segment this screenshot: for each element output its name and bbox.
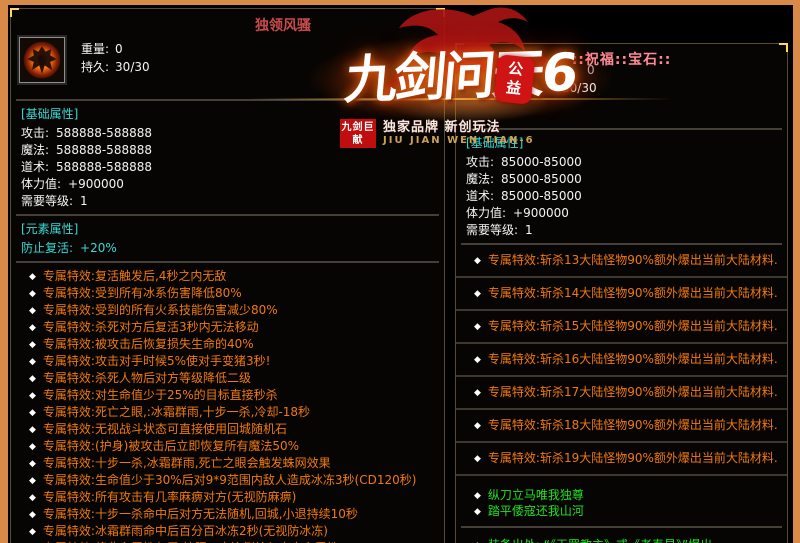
effect-line: ◆专属特效:受到所有冰系伤害降低80% bbox=[29, 285, 444, 302]
diamond-bullet-icon: ◆ bbox=[29, 323, 36, 333]
diamond-bullet-icon: ◆ bbox=[29, 510, 36, 520]
effect-line: ◆专属特效:十步一杀命中后对方无法随机,回城,小退持续10秒 bbox=[29, 506, 444, 523]
effect-line: ◆专属特效:死亡之眼,:冰霜群雨,十步一杀,冷却-18秒 bbox=[29, 404, 444, 421]
weight-line: 重量:0 bbox=[81, 40, 150, 58]
diamond-bullet-icon: ◆ bbox=[29, 306, 36, 316]
base-attributes-header: [基础属性] bbox=[466, 135, 777, 151]
left-item-header: 重量:0 持久:30/30 bbox=[19, 37, 444, 93]
drop-source-line: ◆装备出处: “《天罡教主》或《老寿星》”爆出 bbox=[456, 528, 787, 543]
diamond-bullet-icon: ◆ bbox=[29, 493, 36, 503]
effect-line: ◆专属特效:复活触发后,4秒之内无敌 bbox=[29, 268, 444, 285]
element-attributes-section: [元素属性] 防止复活:+20% bbox=[11, 216, 444, 261]
stat-line: 攻击:85000-85000 bbox=[466, 154, 777, 171]
stat-line: 防止复活:+20% bbox=[21, 240, 434, 257]
diamond-bullet-icon: ◆ bbox=[29, 272, 36, 282]
diamond-bullet-icon: ◆ bbox=[474, 491, 481, 501]
stat-line: 魔法:588888-588888 bbox=[21, 142, 434, 159]
stat-line: 体力值:+900000 bbox=[466, 205, 777, 222]
left-item-tooltip: 独领风骚 bbox=[10, 8, 445, 543]
diamond-bullet-icon: ◆ bbox=[474, 322, 481, 332]
base-stats-list: 攻击:588888-588888 魔法:588888-588888 道术:588… bbox=[21, 125, 434, 210]
panel-corner-accent bbox=[455, 43, 464, 52]
slogan-list: ◆纵刀立马唯我独尊 ◆踏平倭寇还我山河 bbox=[456, 476, 787, 526]
slogan-line: ◆踏平倭寇还我山河 bbox=[474, 504, 787, 520]
effect-line: ◆专属特效:无视战斗状态可直接使用回城随机石 bbox=[29, 421, 444, 438]
base-attributes-header: [基础属性] bbox=[21, 106, 434, 122]
effect-line: ◆专属特效:十步一杀,冰霜群雨,死亡之眼会触发蛛网效果 bbox=[29, 455, 444, 472]
diamond-bullet-icon: ◆ bbox=[29, 374, 36, 384]
left-item-title: 独领风骚 bbox=[255, 15, 444, 37]
stat-line: 需要等级:1 bbox=[21, 193, 434, 210]
panel-corner-accent bbox=[436, 8, 445, 17]
diamond-bullet-icon: ◆ bbox=[474, 355, 481, 365]
effect-row: ◆专属特效:斩杀19大陆怪物90%额外爆出当前大陆材料. bbox=[456, 443, 787, 476]
effect-line: ◆专属特效:(护身)被攻击后立即恢复所有魔法50% bbox=[29, 438, 444, 455]
effect-row: ◆专属特效:斩杀13大陆怪物90%额外爆出当前大陆材料. bbox=[456, 245, 787, 278]
left-effects-list: ◆专属特效:复活触发后,4秒之内无敌 ◆专属特效:受到所有冰系伤害降低80% ◆… bbox=[11, 268, 444, 543]
right-item-tooltip: ::祝福::宝石:: 0 30/30 [基础属性] 攻击:85000-85000… bbox=[455, 43, 788, 543]
diamond-bullet-icon: ◆ bbox=[474, 256, 481, 266]
element-stats-list: 防止复活:+20% bbox=[21, 240, 434, 257]
stat-line: 道术:85000-85000 bbox=[466, 188, 777, 205]
diamond-bullet-icon: ◆ bbox=[29, 289, 36, 299]
effect-line: ◆专属特效:被攻击后恢复损失生命的40% bbox=[29, 336, 444, 353]
diamond-bullet-icon: ◆ bbox=[29, 425, 36, 435]
stat-line: 魔法:85000-85000 bbox=[466, 171, 777, 188]
diamond-bullet-icon: ◆ bbox=[29, 459, 36, 469]
diamond-bullet-icon: ◆ bbox=[474, 421, 481, 431]
game-tooltip-overlay: 独领风骚 bbox=[0, 0, 800, 543]
stat-line: 攻击:588888-588888 bbox=[21, 125, 434, 142]
durability-line: 持久:30/30 bbox=[81, 58, 150, 76]
effect-line: ◆专属特效:冰霜群雨命中后百分百冰冻2秒(无视防冰冻) bbox=[29, 523, 444, 540]
base-stats-list: 攻击:85000-85000 魔法:85000-85000 道术:85000-8… bbox=[466, 154, 777, 239]
panel-corner-accent bbox=[779, 43, 788, 52]
diamond-bullet-icon: ◆ bbox=[29, 408, 36, 418]
slogan-line: ◆纵刀立马唯我独尊 bbox=[474, 488, 787, 504]
panel-corner-accent bbox=[10, 8, 19, 17]
element-attributes-header: [元素属性] bbox=[21, 221, 434, 237]
diamond-bullet-icon: ◆ bbox=[29, 340, 36, 350]
diamond-bullet-icon: ◆ bbox=[29, 357, 36, 367]
effect-line: ◆专属特效:攻击对手时候5%使对手变猪3秒! bbox=[29, 353, 444, 370]
stat-line: 需要等级:1 bbox=[466, 222, 777, 239]
diamond-bullet-icon: ◆ bbox=[29, 391, 36, 401]
stat-line: 道术:588888-588888 bbox=[21, 159, 434, 176]
effect-line: ◆专属特效:所有攻击有几率麻痹对方(无视防麻痹) bbox=[29, 489, 444, 506]
effect-line: ◆专属特效:生命值少于30%后对9*9范围内敌人造成冰冻3秒(CD120秒) bbox=[29, 472, 444, 489]
right-item-title: ::祝福::宝石:: bbox=[456, 49, 787, 67]
effect-line: ◆专属特效:杀死对方后复活3秒内无法移动 bbox=[29, 319, 444, 336]
diamond-bullet-icon: ◆ bbox=[474, 507, 481, 517]
effect-row: ◆专属特效:斩杀15大陆怪物90%额外爆出当前大陆材料. bbox=[456, 311, 787, 344]
effect-line: ◆专属特效:受到的所有火系技能伤害减少80% bbox=[29, 302, 444, 319]
effect-row: ◆专属特效:斩杀18大陆怪物90%额外爆出当前大陆材料. bbox=[456, 410, 787, 443]
diamond-bullet-icon: ◆ bbox=[29, 442, 36, 452]
diamond-bullet-icon: ◆ bbox=[29, 527, 36, 537]
base-attributes-section: [基础属性] 攻击:85000-85000 魔法:85000-85000 道术:… bbox=[456, 130, 787, 243]
diamond-bullet-icon: ◆ bbox=[474, 289, 481, 299]
diamond-bullet-icon: ◆ bbox=[29, 476, 36, 486]
diamond-bullet-icon: ◆ bbox=[474, 454, 481, 464]
fire-demon-item-icon bbox=[19, 37, 65, 83]
diamond-bullet-icon: ◆ bbox=[474, 388, 481, 398]
effect-row: ◆专属特效:斩杀17大陆怪物90%额外爆出当前大陆材料. bbox=[456, 377, 787, 410]
right-weight-value: 0 bbox=[587, 63, 595, 77]
weight-durability: 重量:0 持久:30/30 bbox=[81, 40, 150, 76]
effect-line: ◆专属特效:杀死人物后对方等级降低二级 bbox=[29, 370, 444, 387]
right-durability-value: 30/30 bbox=[562, 81, 597, 95]
divider bbox=[16, 261, 439, 263]
effect-row: ◆专属特效:斩杀14大陆怪物90%额外爆出当前大陆材料. bbox=[456, 278, 787, 311]
base-attributes-section: [基础属性] 攻击:588888-588888 魔法:588888-588888… bbox=[11, 101, 444, 214]
right-effects-list: ◆专属特效:斩杀13大陆怪物90%额外爆出当前大陆材料. ◆专属特效:斩杀14大… bbox=[456, 245, 787, 476]
effect-line: ◆专属特效:对生命值少于25%的目标直接秒杀 bbox=[29, 387, 444, 404]
stat-line: 体力值:+900000 bbox=[21, 176, 434, 193]
effect-row: ◆专属特效:斩杀16大陆怪物90%额外爆出当前大陆材料. bbox=[456, 344, 787, 377]
